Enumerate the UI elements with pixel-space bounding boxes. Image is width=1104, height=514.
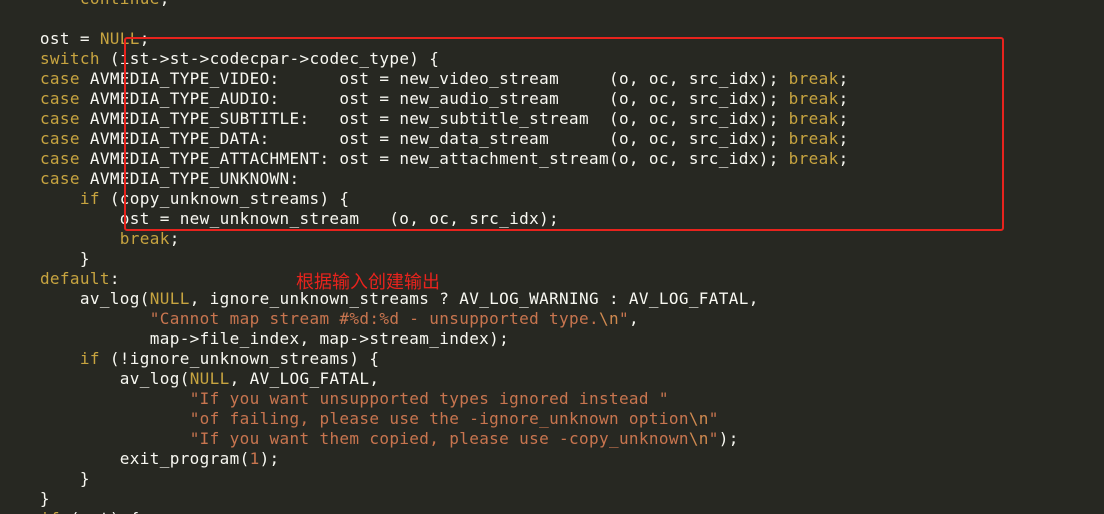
code-token: if bbox=[40, 509, 60, 514]
code-line: "If you want unsupported types ignored i… bbox=[0, 389, 849, 409]
code-line: "Cannot map stream #%d:%d - unsupported … bbox=[0, 309, 849, 329]
code-token: , AV_LOG_FATAL, bbox=[229, 369, 380, 388]
code-line: break; bbox=[0, 229, 849, 249]
code-token: " bbox=[708, 429, 719, 448]
code-token: break bbox=[119, 229, 170, 248]
code-token: case bbox=[39, 169, 80, 188]
highlight-box bbox=[124, 37, 1004, 231]
code-token: case bbox=[39, 129, 80, 148]
code-token: ; bbox=[160, 0, 170, 8]
code-token: case bbox=[39, 89, 80, 108]
code-token: NULL bbox=[189, 369, 230, 388]
code-token: case bbox=[39, 109, 80, 128]
code-line: av_log(NULL, AV_LOG_FATAL, bbox=[0, 369, 849, 389]
code-token: ; bbox=[169, 229, 180, 248]
code-token: " bbox=[618, 309, 629, 328]
code-token: \n bbox=[688, 429, 709, 448]
code-line: continue; bbox=[0, 0, 849, 9]
code-line: } bbox=[0, 489, 849, 509]
code-token: \n bbox=[598, 309, 619, 328]
code-token: switch bbox=[39, 49, 100, 68]
code-token: ); bbox=[259, 449, 280, 468]
code-token: map->file_index, map->stream_index); bbox=[0, 329, 510, 348]
code-line: if (!ignore_unknown_streams) { bbox=[0, 349, 849, 369]
code-token: if bbox=[79, 189, 100, 208]
code-token: "of failing, please use the -ignore_unkn… bbox=[189, 409, 689, 428]
code-token: av_log( bbox=[0, 289, 150, 308]
code-line: } bbox=[0, 469, 849, 489]
code-token: continue bbox=[80, 0, 160, 8]
code-token: } bbox=[0, 249, 90, 268]
code-line: "of failing, please use the -ignore_unkn… bbox=[0, 409, 849, 429]
code-token: (ost) { bbox=[60, 509, 140, 514]
code-token: , ignore_unknown_streams ? AV_LOG_WARNIN… bbox=[189, 289, 759, 308]
code-token: (!ignore_unknown_streams) { bbox=[99, 349, 380, 368]
code-token: ost = bbox=[0, 29, 100, 48]
code-token: default bbox=[39, 269, 110, 288]
code-editor[interactable]: continue; ost = NULL; switch (ist->st->c… bbox=[0, 0, 1104, 514]
code-token: case bbox=[39, 149, 80, 168]
code-token: " bbox=[708, 409, 719, 428]
code-token: } bbox=[0, 469, 90, 488]
code-token: ); bbox=[718, 429, 739, 448]
code-token: exit_program( bbox=[0, 449, 250, 468]
code-token: av_log( bbox=[0, 369, 190, 388]
code-token: 1 bbox=[249, 449, 260, 468]
code-token: : bbox=[109, 269, 120, 288]
annotation-text: 根据输入创建输出 bbox=[296, 272, 440, 293]
code-token: \n bbox=[688, 409, 709, 428]
code-line: } bbox=[0, 249, 849, 269]
code-token: , bbox=[628, 309, 639, 328]
code-line: exit_program(1); bbox=[0, 449, 849, 469]
code-token: } bbox=[0, 489, 50, 508]
code-token: if bbox=[79, 349, 100, 368]
code-token: "Cannot map stream #%d:%d - unsupported … bbox=[149, 309, 599, 328]
code-token: NULL bbox=[149, 289, 190, 308]
code-line: "If you want them copied, please use -co… bbox=[0, 429, 849, 449]
code-line: map->file_index, map->stream_index); bbox=[0, 329, 849, 349]
code-token: case bbox=[39, 69, 80, 88]
code-token: "If you want them copied, please use -co… bbox=[189, 429, 689, 448]
code-line: if (ost) { bbox=[0, 509, 849, 514]
code-token: "If you want unsupported types ignored i… bbox=[189, 389, 669, 408]
